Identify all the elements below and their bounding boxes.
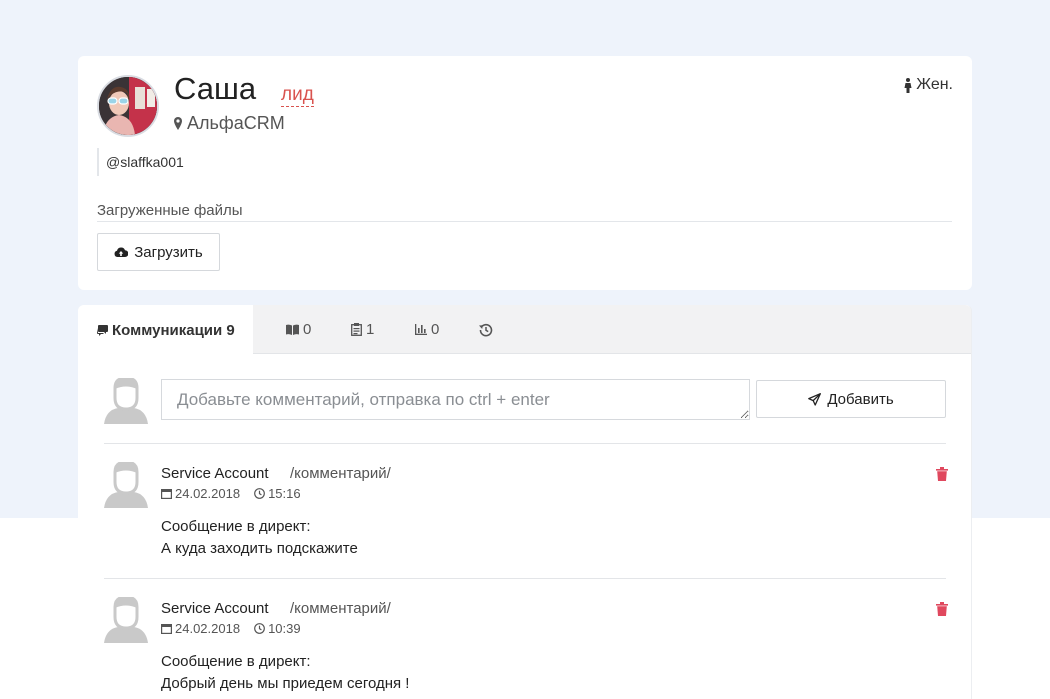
entry-time: 15:16 bbox=[268, 486, 301, 501]
clipboard-icon bbox=[351, 323, 362, 336]
entry-title: Сообщение в директ: bbox=[161, 653, 311, 670]
cloud-upload-icon bbox=[114, 247, 129, 258]
entry-time: 10:39 bbox=[268, 621, 301, 636]
book-icon bbox=[286, 324, 299, 335]
communications-panel: Коммуникации 9 0 1 0 Добавьте комментари… bbox=[78, 305, 972, 699]
add-comment-button[interactable]: Добавить bbox=[756, 380, 946, 418]
tab-label: 0 bbox=[303, 321, 312, 338]
company-name: АльфаCRM bbox=[187, 113, 285, 133]
tab-tasks[interactable]: 1 bbox=[351, 305, 374, 354]
entry-author: Service Account bbox=[161, 465, 269, 482]
clock-icon bbox=[254, 488, 265, 499]
tab-analytics[interactable]: 0 bbox=[415, 305, 439, 354]
upload-button[interactable]: Загрузить bbox=[97, 233, 220, 271]
entry-type: /комментарий/ bbox=[290, 600, 391, 617]
delete-entry-icon[interactable] bbox=[936, 602, 948, 616]
contact-card: Саша лид АльфаCRM Жен. @slaffka001 Загру… bbox=[78, 56, 972, 290]
bar-chart-icon bbox=[415, 324, 427, 335]
contact-company: АльфаCRM bbox=[174, 113, 285, 134]
contact-avatar[interactable] bbox=[97, 75, 159, 137]
tab-knowledge[interactable]: 0 bbox=[286, 305, 311, 354]
tab-label: Коммуникации 9 bbox=[112, 321, 235, 339]
tab-label: 0 bbox=[431, 321, 440, 338]
current-user-avatar bbox=[104, 378, 148, 424]
gender-label: Жен. bbox=[916, 76, 953, 93]
comments-icon bbox=[96, 324, 108, 336]
tab-bar: Коммуникации 9 0 1 0 bbox=[78, 305, 971, 355]
calendar-icon bbox=[161, 623, 172, 634]
clock-icon bbox=[254, 623, 265, 634]
contact-gender: Жен. bbox=[904, 76, 953, 94]
entry-author-avatar bbox=[104, 597, 148, 643]
contact-handle: @slaffka001 bbox=[97, 148, 184, 176]
upload-label: Загрузить bbox=[134, 243, 203, 261]
tab-communications[interactable]: Коммуникации 9 bbox=[78, 305, 253, 355]
female-icon bbox=[904, 77, 912, 93]
entry-title: Сообщение в директ: bbox=[161, 518, 311, 535]
contact-status-badge[interactable]: лид bbox=[281, 84, 314, 107]
entry-date: 24.02.2018 bbox=[175, 621, 241, 636]
tab-history[interactable] bbox=[479, 305, 493, 354]
divider bbox=[104, 578, 946, 579]
history-icon bbox=[479, 323, 493, 337]
entry-type: /комментарий/ bbox=[290, 465, 391, 482]
comment-input[interactable] bbox=[161, 379, 750, 420]
calendar-icon bbox=[161, 488, 172, 499]
contact-name: Саша bbox=[174, 71, 257, 106]
entry-author: Service Account bbox=[161, 600, 269, 617]
entry-author-avatar bbox=[104, 462, 148, 508]
entry-meta: 24.02.2018 10:39 bbox=[161, 621, 301, 636]
map-marker-icon bbox=[174, 117, 182, 130]
entry-text: Добрый день мы приедем сегодня ! bbox=[161, 675, 410, 692]
tab-label: 1 bbox=[366, 321, 375, 338]
entry-text: А куда заходить подскажите bbox=[161, 540, 358, 557]
add-label: Добавить bbox=[827, 390, 894, 408]
divider bbox=[104, 443, 946, 444]
entry-meta: 24.02.2018 15:16 bbox=[161, 486, 301, 501]
paper-plane-icon bbox=[808, 392, 822, 406]
delete-entry-icon[interactable] bbox=[936, 467, 948, 481]
entry-date: 24.02.2018 bbox=[175, 486, 241, 501]
uploaded-files-heading: Загруженные файлы bbox=[97, 202, 952, 222]
